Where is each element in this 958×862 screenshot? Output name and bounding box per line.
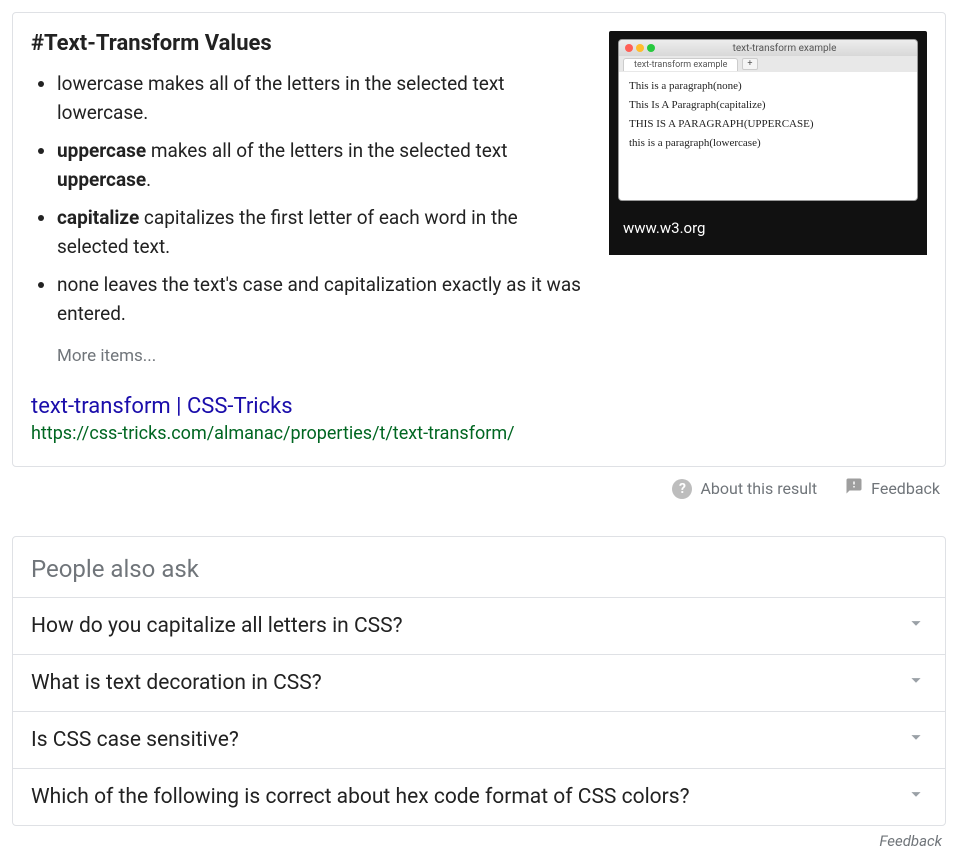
paa-question[interactable]: Is CSS case sensitive? — [13, 711, 945, 768]
paa-question-text: How do you capitalize all letters in CSS… — [31, 614, 403, 638]
people-also-ask-card: People also ask How do you capitalize al… — [12, 536, 946, 826]
snippet-heading: #Text-Transform Values — [31, 31, 591, 56]
paa-question-text: Is CSS case sensitive? — [31, 728, 239, 752]
snippet-actions-row: ? About this result Feedback — [12, 467, 946, 500]
snippet-thumbnail[interactable]: text-transform example text-transform ex… — [609, 31, 927, 255]
mock-titlebar: text-transform example — [619, 40, 917, 56]
mock-tab: text-transform example — [623, 58, 738, 71]
mock-body-line: This Is A Paragraph(capitalize) — [629, 99, 907, 111]
chevron-down-icon — [905, 726, 927, 754]
mock-tabs: text-transform example + — [619, 56, 917, 72]
mock-body-line: This is a paragraph(none) — [629, 80, 907, 92]
feedback-label: Feedback — [871, 479, 940, 498]
bottom-feedback-link[interactable]: Feedback — [12, 826, 946, 850]
traffic-red-icon — [625, 44, 633, 52]
paa-question-text: Which of the following is correct about … — [31, 785, 690, 809]
paa-list: How do you capitalize all letters in CSS… — [13, 597, 945, 825]
paa-question[interactable]: What is text decoration in CSS? — [13, 654, 945, 711]
snippet-list-item: capitalize capitalizes the first letter … — [57, 204, 591, 261]
source-title-link[interactable]: text-transform | CSS-Tricks — [31, 394, 927, 419]
snippet-list-item: uppercase makes all of the letters in th… — [57, 137, 591, 194]
mock-body-line: THIS IS A PARAGRAPH(UPPERCASE) — [629, 118, 907, 130]
snippet-list-item: lowercase makes all of the letters in th… — [57, 70, 591, 127]
mock-browser: text-transform example text-transform ex… — [618, 39, 918, 201]
traffic-green-icon — [647, 44, 655, 52]
thumbnail-caption: www.w3.org — [609, 209, 927, 255]
traffic-yellow-icon — [636, 44, 644, 52]
paa-question[interactable]: Which of the following is correct about … — [13, 768, 945, 825]
paa-question-text: What is text decoration in CSS? — [31, 671, 322, 695]
source-url: https://css-tricks.com/almanac/propertie… — [31, 423, 927, 444]
snippet-list: lowercase makes all of the letters in th… — [31, 70, 591, 328]
snippet-layout: #Text-Transform Values lowercase makes a… — [31, 31, 927, 366]
chevron-down-icon — [905, 669, 927, 697]
mock-body: This is a paragraph(none) This Is A Parag… — [619, 72, 917, 200]
more-items-link[interactable]: More items... — [57, 346, 591, 366]
snippet-content: #Text-Transform Values lowercase makes a… — [31, 31, 591, 366]
snippet-list-item: none leaves the text's case and capitali… — [57, 271, 591, 328]
about-result-label: About this result — [700, 479, 817, 498]
about-result-action[interactable]: ? About this result — [672, 479, 817, 499]
paa-title: People also ask — [13, 537, 945, 597]
help-icon: ? — [672, 479, 692, 499]
mock-body-line: this is a paragraph(lowercase) — [629, 137, 907, 149]
paa-question[interactable]: How do you capitalize all letters in CSS… — [13, 597, 945, 654]
feedback-action[interactable]: Feedback — [845, 477, 940, 500]
mock-window-title: text-transform example — [733, 43, 837, 54]
featured-snippet-card: #Text-Transform Values lowercase makes a… — [12, 12, 946, 467]
chevron-down-icon — [905, 612, 927, 640]
mock-plus-icon: + — [742, 58, 757, 70]
chevron-down-icon — [905, 783, 927, 811]
flag-icon — [845, 477, 863, 500]
